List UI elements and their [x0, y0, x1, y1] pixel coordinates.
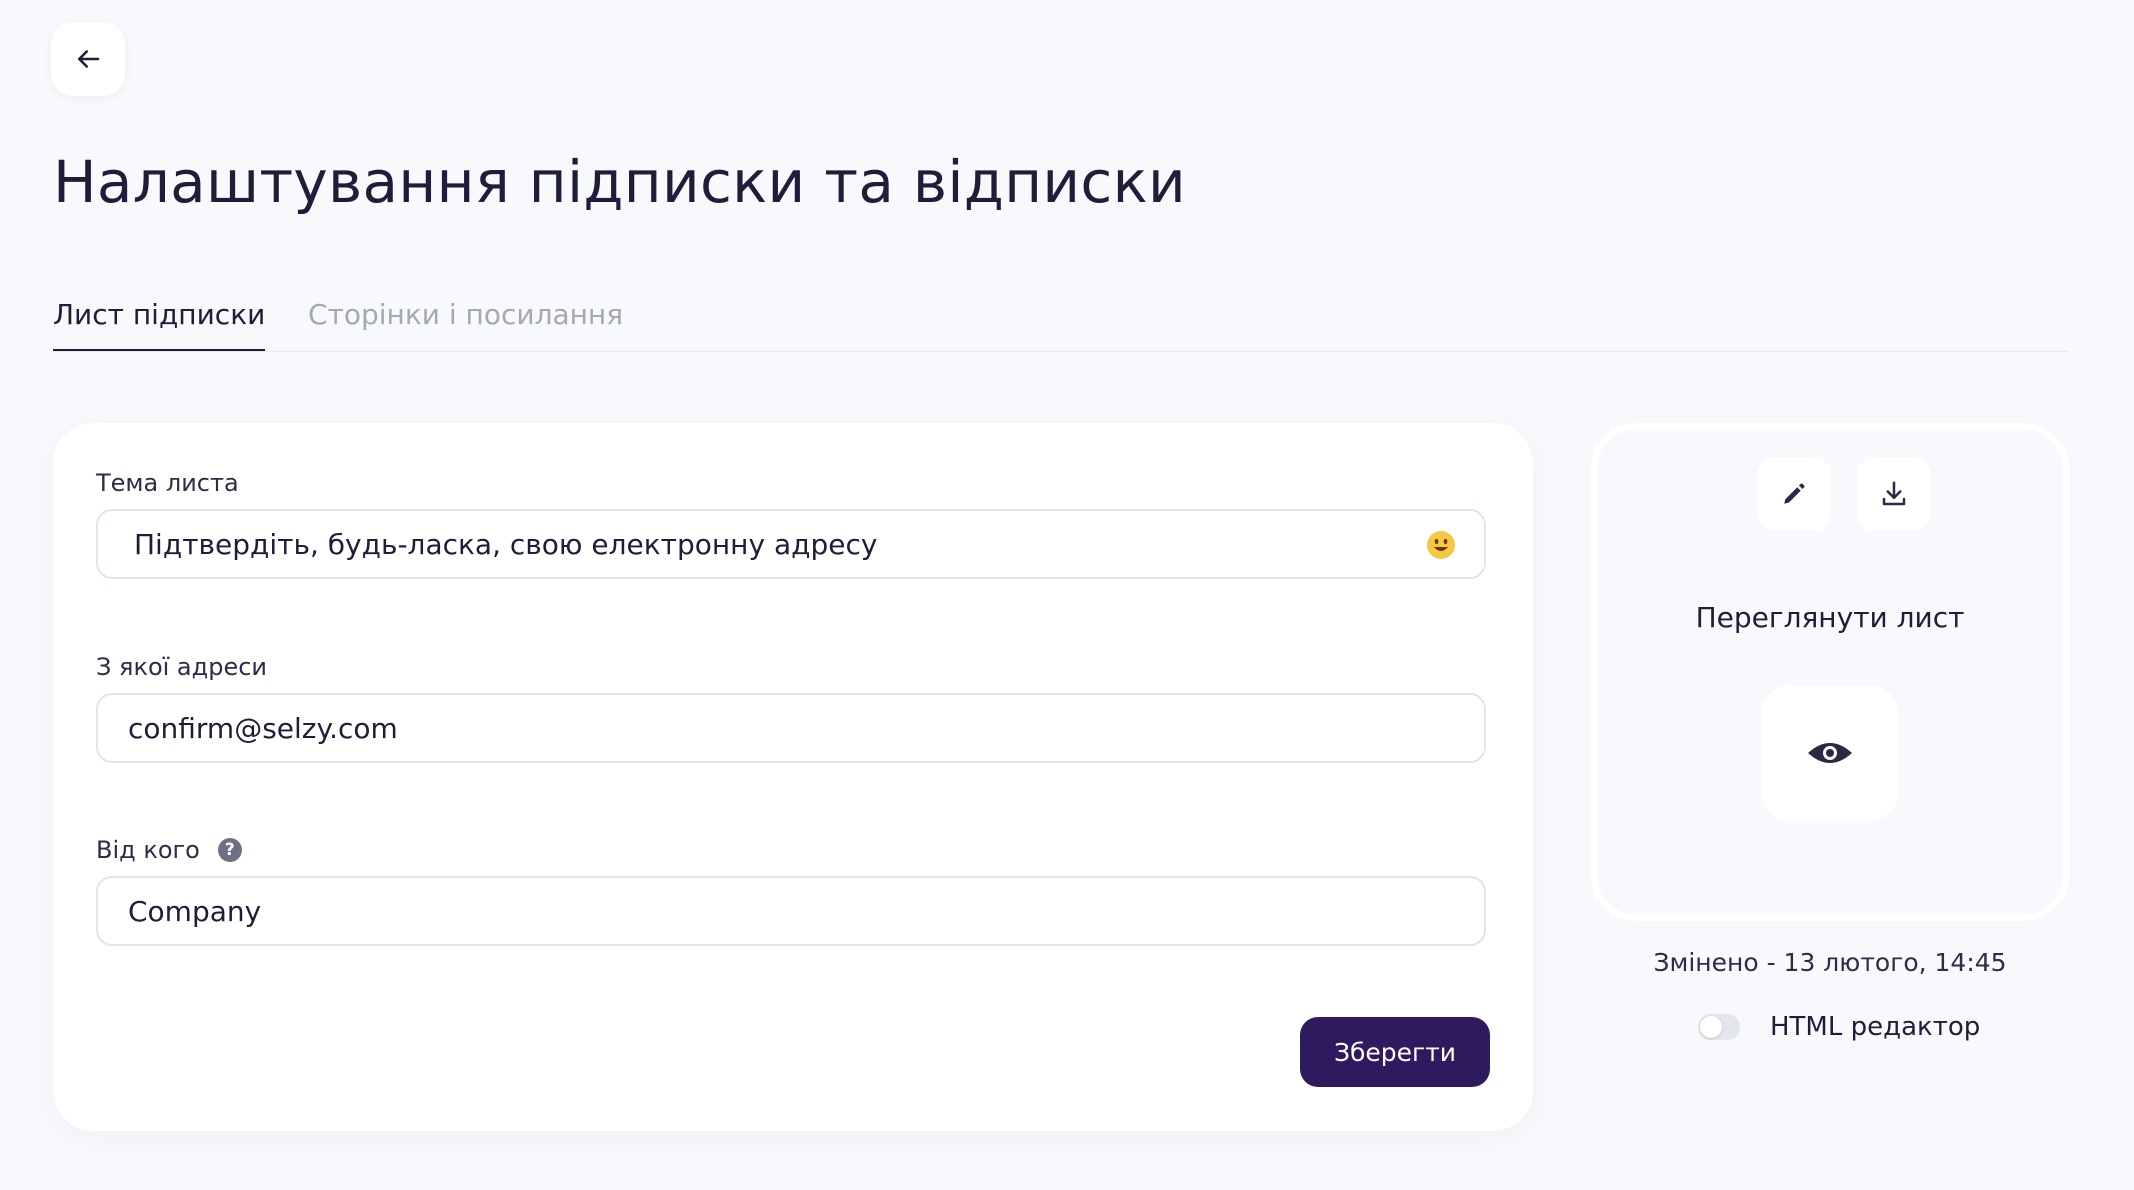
toggle-knob — [1700, 1016, 1722, 1038]
subject-field — [96, 509, 1486, 579]
arrow-left-icon — [78, 50, 100, 68]
from-name-field — [96, 876, 1486, 946]
save-button[interactable]: Зберегти — [1300, 1017, 1490, 1087]
edit-letter-button[interactable] — [1757, 457, 1831, 531]
modified-timestamp: Змінено - 13 лютого, 14:45 — [1653, 948, 2007, 977]
pencil-icon — [1784, 483, 1805, 504]
eye-icon — [1808, 743, 1852, 763]
letter-settings-form: Тема листа З якої адреси Від кого ? Збер… — [53, 423, 1533, 1131]
back-button[interactable] — [51, 22, 125, 96]
question-icon[interactable]: ? — [217, 838, 242, 862]
download-icon — [1882, 481, 1906, 506]
tab-subscription-letter[interactable]: Лист підписки — [53, 295, 266, 351]
page-title: Налаштування підписки та відписки — [53, 148, 1186, 216]
from-address-input[interactable] — [128, 695, 1464, 761]
html-editor-row: HTML редактор — [1698, 1012, 1980, 1042]
html-editor-label: HTML редактор — [1770, 1012, 1981, 1042]
letter-preview-card: Переглянути лист — [1591, 423, 2069, 921]
from-address-label: З якої адреси — [96, 653, 268, 681]
from-name-label: Від кого ? — [96, 836, 242, 864]
preview-label: Переглянути лист — [1695, 601, 1965, 634]
tab-bar: Лист підписки Сторінки і посилання — [53, 295, 2069, 352]
html-editor-toggle[interactable] — [1698, 1014, 1740, 1040]
view-letter-button[interactable] — [1762, 685, 1898, 821]
download-letter-button[interactable] — [1857, 457, 1931, 531]
from-address-field — [96, 693, 1486, 763]
subject-label: Тема листа — [96, 469, 239, 497]
smiley-icon[interactable] — [1426, 530, 1456, 560]
from-name-input[interactable] — [128, 878, 1464, 944]
tab-pages-and-links[interactable]: Сторінки і посилання — [308, 295, 623, 335]
subject-input[interactable] — [134, 511, 1404, 577]
